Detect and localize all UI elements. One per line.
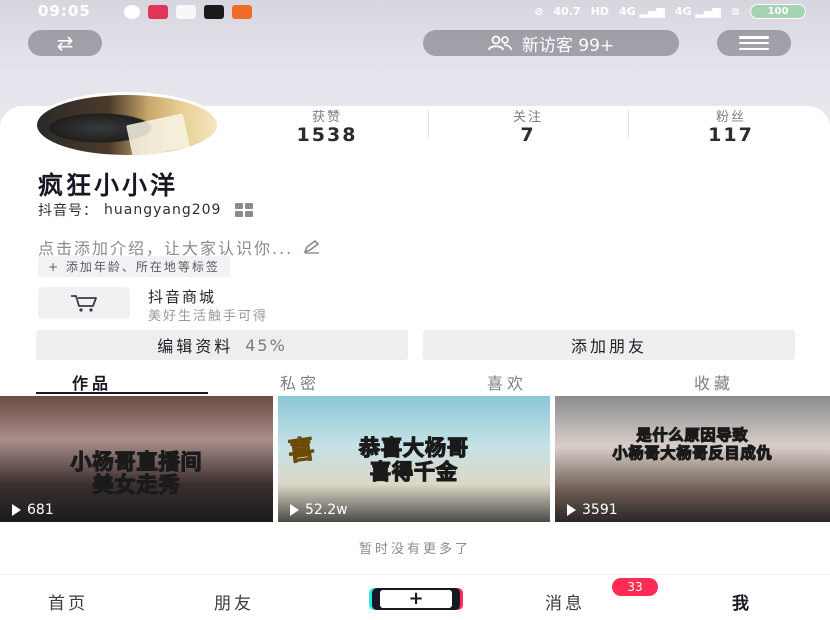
bottom-navigation: 首页 朋友 + 消息 33 我	[0, 574, 830, 620]
mall-subtitle: 美好生活触手可得	[148, 309, 269, 324]
edit-profile-label: 编辑资料	[157, 337, 234, 356]
following-count: 7	[520, 124, 536, 146]
video-thumbnail[interactable]: 是什么原因导致 小杨哥大杨哥反目成仇 3591	[555, 396, 830, 522]
signal-icon: 4G ▂▄▆	[674, 5, 721, 18]
switch-account-button[interactable]: ⇄	[28, 30, 102, 56]
stat-divider	[428, 110, 429, 138]
network-speed: 40.7	[553, 5, 581, 18]
add-friend-button[interactable]: 添加朋友	[423, 330, 795, 360]
battery-level: 100	[767, 6, 789, 17]
likes-count: 1538	[296, 124, 358, 146]
video-play-count: 3591	[567, 502, 618, 518]
play-icon	[567, 504, 576, 516]
video-caption: 小杨哥直播间 美女走秀	[0, 450, 273, 497]
shopping-cart-icon	[71, 295, 97, 312]
video-caption-line: 是什么原因导致	[636, 425, 749, 444]
system-icons: ⊘ 40.7 HD 4G ▂▄▆ 4G ▂▄▆ ≋ 100	[534, 4, 806, 19]
play-count: 3591	[582, 502, 618, 518]
shopping-notification-icon	[232, 5, 252, 19]
menu-button[interactable]	[717, 30, 791, 56]
followers-count: 117	[708, 124, 754, 146]
video-play-count: 681	[12, 502, 54, 518]
tab-likes[interactable]: 喜欢	[487, 370, 527, 394]
likes-stat[interactable]: 获赞 1538	[282, 106, 372, 146]
image-icon	[176, 5, 196, 19]
nav-me[interactable]: 我	[732, 589, 752, 614]
avatar[interactable]	[34, 92, 220, 158]
hamburger-icon	[739, 36, 769, 50]
play-icon	[12, 504, 21, 516]
new-visitors-button[interactable]: 新访客 99+	[423, 30, 679, 56]
profile-completion: 45%	[245, 335, 287, 355]
video-caption-line: 小杨哥直播间	[70, 450, 203, 474]
qr-code-icon[interactable]	[235, 203, 254, 217]
status-bar: 09:05 ⊘ 40.7 HD 4G ▂▄▆ 4G ▂▄▆ ≋ 100	[0, 0, 830, 24]
video-caption-line: 喜得千金	[369, 459, 458, 484]
stat-divider	[628, 110, 629, 138]
tiktok-notification-icon	[204, 5, 224, 19]
play-count: 52.2w	[305, 502, 348, 518]
messages-badge: 33	[612, 578, 658, 596]
edit-pencil-icon	[303, 240, 320, 254]
account-id-label: 抖音号：	[38, 203, 98, 219]
video-caption: 恭喜大杨哥 喜得千金	[278, 435, 550, 484]
video-caption-line: 恭喜大杨哥	[358, 435, 469, 460]
mall-entry[interactable]	[38, 287, 130, 319]
play-icon	[290, 504, 299, 516]
battery-icon: 100	[750, 4, 806, 19]
nav-home[interactable]: 首页	[48, 589, 88, 614]
nav-friends[interactable]: 朋友	[214, 589, 254, 614]
tab-works[interactable]: 作品	[72, 370, 112, 394]
followers-label: 粉丝	[715, 110, 746, 125]
account-id: huangyang209	[104, 202, 222, 218]
nav-messages[interactable]: 消息	[545, 589, 585, 614]
nickname: 疯狂小小洋	[38, 171, 179, 200]
new-visitors-label: 新访客 99+	[521, 35, 615, 56]
wifi-icon: ≋	[730, 5, 740, 18]
followers-stat[interactable]: 粉丝 117	[686, 106, 776, 146]
notification-icons	[124, 5, 252, 19]
swap-icon: ⇄	[56, 31, 74, 55]
video-thumbnail[interactable]: 小杨哥直播间 美女走秀 681	[0, 396, 273, 522]
no-more-content-text: 暂时没有更多了	[358, 542, 471, 557]
likes-label: 获赞	[311, 110, 342, 125]
video-caption-line: 小杨哥大杨哥反目成仇	[612, 443, 773, 462]
tab-private[interactable]: 私密	[280, 370, 320, 394]
following-label: 关注	[512, 110, 543, 125]
tab-favorites[interactable]: 收藏	[694, 370, 734, 394]
following-stat[interactable]: 关注 7	[483, 106, 573, 146]
status-time: 09:05	[38, 2, 91, 20]
active-tab-indicator	[36, 392, 208, 394]
mute-icon: ⊘	[534, 5, 544, 18]
video-caption-line: 美女走秀	[92, 473, 181, 497]
content-tabs: 作品 私密 喜欢 收藏	[0, 368, 830, 394]
message-icon	[124, 5, 140, 19]
account-id-row[interactable]: 抖音号： huangyang209	[38, 200, 254, 220]
signal-icon: 4G ▂▄▆	[619, 5, 665, 18]
hd-icon: HD	[590, 5, 609, 18]
video-caption: 是什么原因导致 小杨哥大杨哥反目成仇	[555, 425, 830, 462]
video-thumbnail[interactable]: 喜 恭喜大杨哥 喜得千金 52.2w	[278, 396, 550, 522]
add-friend-label: 添加朋友	[570, 337, 647, 356]
app-notification-icon	[148, 5, 168, 19]
mall-title[interactable]: 抖音商城	[148, 286, 216, 307]
plus-icon: +	[380, 590, 452, 608]
edit-profile-button[interactable]: 编辑资料 45%	[36, 330, 408, 360]
visitors-icon	[487, 35, 512, 51]
play-count: 681	[27, 502, 54, 518]
add-tags-button[interactable]: + 添加年龄、所在地等标签	[38, 256, 230, 277]
video-play-count: 52.2w	[290, 502, 348, 518]
create-post-button[interactable]: +	[372, 588, 460, 610]
